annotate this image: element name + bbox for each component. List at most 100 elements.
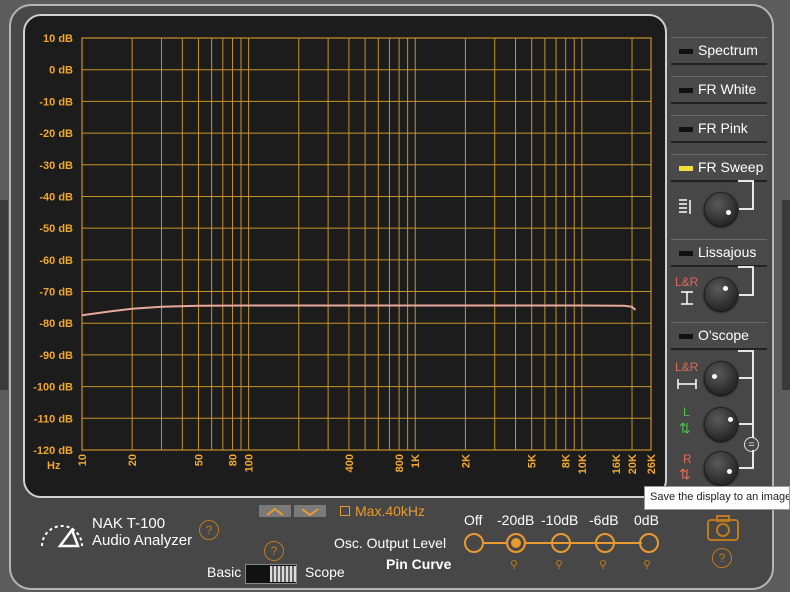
y-tick-label: 0 dB xyxy=(49,65,73,77)
x-tick-label: 1K xyxy=(410,454,422,468)
oscope-time-knob[interactable] xyxy=(704,361,738,395)
brand-help-icon[interactable]: ? xyxy=(199,520,219,540)
oscope-r-label: R xyxy=(683,452,692,466)
brand-logo-icon xyxy=(38,518,88,552)
y-tick-label: -30 dB xyxy=(39,160,73,172)
fr-pink-button[interactable]: FR Pink xyxy=(671,115,767,141)
fr-white-button[interactable]: FR White xyxy=(671,76,767,102)
pin-0-icon[interactable]: ⚲ xyxy=(643,558,651,571)
lissajous-indicator xyxy=(679,251,693,256)
vertical-scale-icon xyxy=(680,291,694,305)
oscope-indicator xyxy=(679,334,693,339)
y-axis-labels: 10 dB 0 dB -10 dB -20 dB -30 dB -40 dB -50 dB -… xyxy=(33,33,73,457)
pin-curve-label: Pin Curve xyxy=(386,556,452,572)
lissajous-button[interactable]: Lissajous xyxy=(671,239,767,265)
x-tick-label: 10K xyxy=(577,454,589,474)
osc-output-title: Osc. Output Level xyxy=(334,535,447,551)
fr-sweep-indicator xyxy=(679,166,693,171)
y-tick-label: -110 dB xyxy=(34,413,73,425)
brand-model: NAK T-100 xyxy=(92,515,166,532)
oscope-lr-label: L&R xyxy=(675,360,699,374)
switch-thumb xyxy=(270,566,296,582)
oscope-label: O'scope xyxy=(698,327,749,343)
y-tick-label: -10 dB xyxy=(39,96,73,108)
chart-traces xyxy=(81,304,637,317)
camera-help-icon[interactable]: ? xyxy=(712,548,732,568)
max-40khz-label: Max.40kHz xyxy=(355,503,426,519)
display-screen: 10 dB 0 dB -10 dB -20 dB -30 dB -40 dB -50 dB -… xyxy=(23,14,667,498)
y-tick-label: -40 dB xyxy=(39,191,73,203)
y-tick-label: -60 dB xyxy=(39,255,73,267)
y-tick-label: -120 dB xyxy=(33,445,73,457)
lissajous-knob[interactable] xyxy=(704,277,738,311)
osc-level-off-radio[interactable] xyxy=(464,533,484,553)
save-tooltip: Save the display to an image file xyxy=(644,486,790,510)
fr-white-label: FR White xyxy=(698,81,757,97)
y-tick-label: 10 dB xyxy=(43,33,73,45)
osc-level-10-label: -10dB xyxy=(541,512,579,528)
fr-pink-indicator xyxy=(679,127,693,132)
sweep-range-icon xyxy=(678,198,694,216)
x-tick-label: 50 xyxy=(193,454,205,466)
osc-level-6-radio[interactable] xyxy=(595,533,615,553)
fr-pink-label: FR Pink xyxy=(698,120,748,136)
scope-label: Scope xyxy=(305,564,345,580)
x-tick-label: 20K xyxy=(627,454,639,474)
horizontal-scale-icon xyxy=(677,377,697,391)
oscope-right-knob[interactable] xyxy=(704,451,738,485)
brand-subtitle: Audio Analyzer xyxy=(92,532,193,549)
osc-level-0-radio[interactable] xyxy=(639,533,659,553)
x-tick-label: 10 xyxy=(77,454,89,466)
y-tick-label: -80 dB xyxy=(39,318,73,330)
range-up-button[interactable] xyxy=(259,505,291,517)
osc-level-0-label: 0dB xyxy=(634,512,659,528)
range-down-button[interactable] xyxy=(294,505,326,517)
oscope-button[interactable]: O'scope xyxy=(671,322,767,348)
x-tick-label: 100 xyxy=(244,454,256,472)
basic-label: Basic xyxy=(207,564,242,580)
y-tick-label: -100 dB xyxy=(33,382,73,394)
y-tick-label: -20 dB xyxy=(39,128,73,140)
lissajous-lr-label: L&R xyxy=(675,275,699,289)
x-tick-label: 20 xyxy=(127,454,139,466)
fr-sweep-label: FR Sweep xyxy=(698,159,764,175)
fr-white-indicator xyxy=(679,88,693,93)
spectrum-indicator xyxy=(679,49,693,54)
scope-help-icon[interactable]: ? xyxy=(264,541,284,561)
red-updown-icon: ⇅ xyxy=(679,466,691,482)
x-tick-label: 2K xyxy=(460,454,472,468)
lissajous-label: Lissajous xyxy=(698,244,757,260)
fr-sweep-button[interactable]: FR Sweep xyxy=(671,154,767,180)
max-40khz-checkbox[interactable] xyxy=(340,506,350,516)
x-tick-label: 800 xyxy=(394,454,406,472)
pin-20-icon[interactable]: ⚲ xyxy=(510,558,518,571)
left-side-tab xyxy=(0,200,8,390)
x-axis-labels: 10 20 50 80 100 400 800 1K 2K 5K 8K 10K 16K 20K 26K xyxy=(77,454,658,474)
pin-6-icon[interactable]: ⚲ xyxy=(599,558,607,571)
y-tick-label: -90 dB xyxy=(39,350,73,362)
x-axis-unit: Hz xyxy=(47,460,61,472)
x-tick-label: 400 xyxy=(344,454,356,472)
y-tick-label: -70 dB xyxy=(39,287,73,299)
sweep-knob[interactable] xyxy=(704,192,738,226)
oscope-left-knob[interactable] xyxy=(704,407,738,441)
right-side-tab xyxy=(782,200,790,390)
osc-level-6-label: -6dB xyxy=(589,512,619,528)
y-tick-label: -50 dB xyxy=(39,223,73,235)
basic-scope-switch[interactable] xyxy=(245,564,297,584)
spectrum-button[interactable]: Spectrum xyxy=(671,37,767,63)
osc-level-10-radio[interactable] xyxy=(551,533,571,553)
pin-10-icon[interactable]: ⚲ xyxy=(555,558,563,571)
frequency-response-trace xyxy=(81,304,637,317)
osc-level-20-radio[interactable] xyxy=(506,533,526,553)
camera-icon[interactable] xyxy=(706,514,740,542)
chart-grid xyxy=(81,37,652,451)
frequency-response-chart: 10 dB 0 dB -10 dB -20 dB -30 dB -40 dB -50 dB -… xyxy=(33,33,658,474)
chevron-up-icon xyxy=(266,507,284,516)
x-tick-label: 8K xyxy=(561,454,573,468)
x-tick-label: 5K xyxy=(527,454,539,468)
x-tick-label: 26K xyxy=(646,454,658,474)
green-updown-icon: ⇅ xyxy=(679,420,691,436)
spectrum-label: Spectrum xyxy=(698,42,758,58)
osc-level-20-label: -20dB xyxy=(497,512,535,528)
